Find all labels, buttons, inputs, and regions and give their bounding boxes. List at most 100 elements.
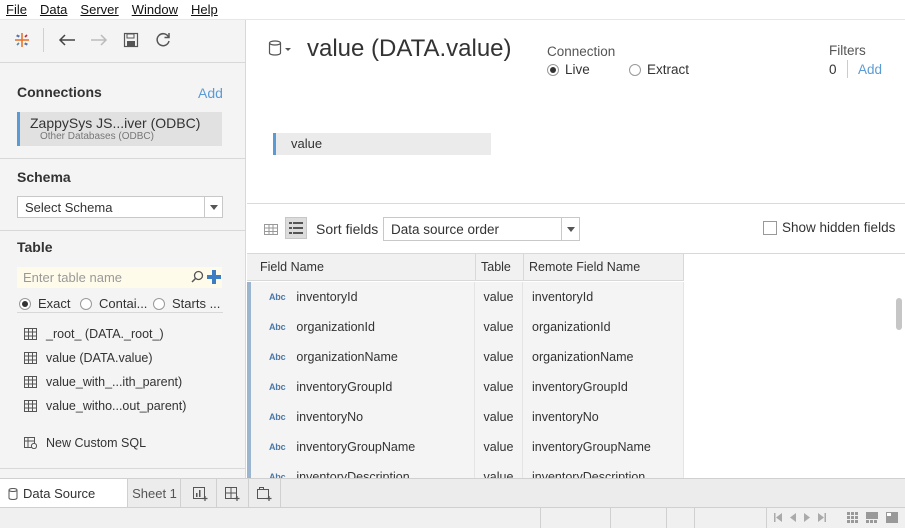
match-option-starts[interactable]: Starts ... bbox=[153, 296, 220, 311]
table-item[interactable]: value_witho...out_parent) bbox=[24, 396, 186, 416]
field-name: inventoryGroupName bbox=[296, 440, 416, 454]
field-name-cell[interactable]: Abc inventoryNo bbox=[247, 402, 475, 432]
chevron-down-icon bbox=[561, 218, 579, 240]
table-title: Table bbox=[17, 239, 53, 255]
grid-header: Field Name Table Remote Field Name bbox=[247, 254, 684, 281]
remote-field-name-cell: organizationName bbox=[523, 342, 684, 372]
toolbar-divider bbox=[43, 28, 44, 52]
table-icon bbox=[24, 376, 37, 388]
table-item[interactable]: value_with_...ith_parent) bbox=[24, 372, 182, 392]
table-row[interactable]: Abc organizationName value organizationName bbox=[247, 342, 684, 372]
table-icon bbox=[24, 352, 37, 364]
remote-field-name-cell: inventoryId bbox=[523, 282, 684, 312]
connection-extract-option[interactable]: Extract bbox=[629, 62, 689, 77]
table-row[interactable]: Abc organizationId value organizationId bbox=[247, 312, 684, 342]
last-sheet-icon bbox=[818, 513, 826, 522]
database-icon bbox=[8, 487, 18, 500]
table-row[interactable]: Abc inventoryGroupName value inventoryGroup… bbox=[247, 432, 684, 462]
string-type-icon[interactable]: Abc bbox=[269, 322, 286, 332]
field-name-cell[interactable]: Abc organizationName bbox=[247, 342, 475, 372]
new-custom-sql[interactable]: New Custom SQL bbox=[24, 433, 146, 453]
search-icon[interactable] bbox=[191, 270, 204, 286]
datasource-title[interactable]: value (DATA.value) bbox=[307, 35, 512, 63]
status-segment bbox=[610, 508, 611, 528]
field-name-cell[interactable]: Abc organizationId bbox=[247, 312, 475, 342]
table-item[interactable]: _root_ (DATA._root_) bbox=[24, 324, 164, 344]
tab-sheet-1[interactable]: Sheet 1 bbox=[129, 479, 181, 508]
new-dashboard-icon[interactable] bbox=[217, 479, 249, 508]
table-cell: value bbox=[475, 312, 523, 342]
column-header-table[interactable]: Table bbox=[476, 254, 524, 281]
filters-count: 0 bbox=[829, 62, 837, 77]
radio-icon bbox=[80, 297, 92, 310]
add-table-icon[interactable] bbox=[207, 270, 221, 287]
radio-icon bbox=[19, 297, 31, 310]
column-header-remote-field-name[interactable]: Remote Field Name bbox=[524, 254, 684, 281]
redo-arrow-icon[interactable] bbox=[88, 29, 110, 51]
vertical-scrollbar[interactable] bbox=[896, 298, 902, 330]
sort-fields-select[interactable]: Data source order bbox=[383, 217, 580, 241]
sheet-view-toggles bbox=[847, 512, 898, 523]
table-row[interactable]: Abc inventoryNo value inventoryNo bbox=[247, 402, 684, 432]
table-item[interactable]: value (DATA.value) bbox=[24, 348, 153, 368]
remote-field-name-cell: inventoryNo bbox=[523, 402, 684, 432]
tableau-logo-icon[interactable] bbox=[11, 29, 33, 51]
table-icon bbox=[24, 400, 37, 412]
schema-select-value: Select Schema bbox=[25, 199, 113, 215]
sheet-navigation bbox=[774, 513, 826, 522]
tab-data-source[interactable]: Data Source bbox=[0, 479, 128, 508]
undo-arrow-icon[interactable] bbox=[56, 29, 78, 51]
menu-file[interactable]: File bbox=[6, 0, 27, 20]
remote-field-name-cell: organizationId bbox=[523, 312, 684, 342]
column-header-field-name[interactable]: Field Name bbox=[247, 254, 476, 281]
string-type-icon[interactable]: Abc bbox=[269, 352, 286, 362]
string-type-icon[interactable]: Abc bbox=[269, 382, 286, 392]
menu-window[interactable]: Window bbox=[132, 0, 178, 20]
divider bbox=[0, 62, 246, 63]
datasource-icon[interactable] bbox=[268, 40, 292, 61]
refresh-icon[interactable] bbox=[152, 29, 174, 51]
field-name-cell[interactable]: Abc inventoryId bbox=[247, 282, 475, 312]
fields-grid: Field Name Table Remote Field Name Abc in… bbox=[247, 253, 905, 478]
field-name-cell[interactable]: Abc inventoryGroupId bbox=[247, 372, 475, 402]
match-option-contains[interactable]: Contai... bbox=[80, 296, 147, 311]
divider bbox=[0, 468, 246, 469]
menu-server[interactable]: Server bbox=[80, 0, 118, 20]
grid-view-icon[interactable] bbox=[260, 218, 282, 240]
connection-live-option[interactable]: Live bbox=[547, 62, 590, 77]
status-segment bbox=[694, 508, 695, 528]
field-name: organizationId bbox=[296, 320, 375, 334]
radio-icon bbox=[629, 63, 641, 76]
grid-toolbar: Sort fields Data source order Show hidde… bbox=[247, 203, 905, 253]
new-worksheet-icon[interactable] bbox=[185, 479, 217, 508]
table-row[interactable]: Abc inventoryId value inventoryId bbox=[247, 282, 684, 312]
show-hidden-label: Show hidden fields bbox=[782, 220, 896, 235]
table-search-placeholder: Enter table name bbox=[23, 270, 123, 285]
list-view-icon[interactable] bbox=[285, 217, 307, 239]
string-type-icon[interactable]: Abc bbox=[269, 442, 286, 452]
field-name-cell[interactable]: Abc inventoryDescription bbox=[247, 462, 475, 478]
new-story-icon[interactable] bbox=[249, 479, 281, 508]
datasource-table-card[interactable]: value bbox=[273, 133, 491, 155]
match-option-exact[interactable]: Exact bbox=[19, 296, 71, 311]
string-type-icon[interactable]: Abc bbox=[269, 292, 286, 302]
string-type-icon[interactable]: Abc bbox=[269, 412, 286, 422]
connection-item[interactable]: ZappySys JS...iver (ODBC) Other Database… bbox=[17, 112, 222, 146]
table-row[interactable]: Abc inventoryDescription value inventoryDes… bbox=[247, 462, 684, 478]
menu-data[interactable]: Data bbox=[40, 0, 67, 20]
menu-bar: File Data Server Window Help bbox=[0, 0, 905, 20]
remote-field-name-cell: inventoryDescription bbox=[523, 462, 684, 478]
show-hidden-checkbox[interactable] bbox=[763, 221, 777, 235]
field-name-cell[interactable]: Abc inventoryGroupName bbox=[247, 432, 475, 462]
schema-title: Schema bbox=[17, 169, 71, 185]
sheet-sorter-icon bbox=[847, 512, 858, 523]
table-row[interactable]: Abc inventoryGroupId value inventoryGroupId bbox=[247, 372, 684, 402]
add-filter-link[interactable]: Add bbox=[858, 62, 882, 77]
connections-title: Connections bbox=[17, 84, 102, 100]
schema-select[interactable]: Select Schema bbox=[17, 196, 223, 218]
add-connection-link[interactable]: Add bbox=[198, 85, 223, 101]
menu-help[interactable]: Help bbox=[191, 0, 218, 20]
field-name: inventoryDescription bbox=[296, 470, 410, 478]
save-icon[interactable] bbox=[120, 29, 142, 51]
divider bbox=[0, 230, 246, 231]
